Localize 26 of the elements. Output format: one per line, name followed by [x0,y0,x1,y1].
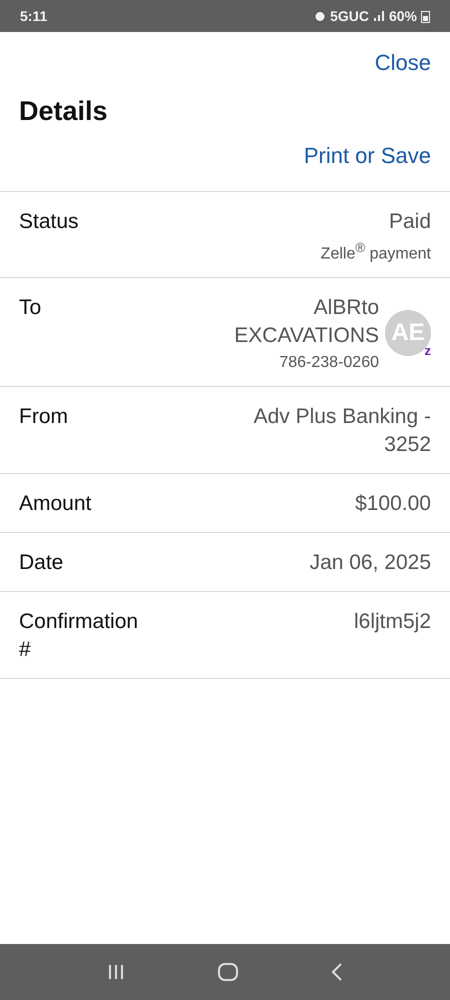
field-label: Status [19,209,80,235]
network-type: 5GUC [330,8,369,24]
field-value: Paid [388,209,431,235]
battery-percent: 60% [388,8,417,24]
field-subtext: 786-238-0260 [279,354,379,372]
signal-icon [372,10,385,22]
field-value: AlBRto EXCAVATIONS [233,295,379,350]
field-label: Amount [19,491,92,518]
field-value: Adv Plus Banking - 3252 [252,404,431,458]
avatar-letter: z [424,343,431,358]
close-link[interactable]: Close [374,50,431,76]
field-label: Date [19,550,64,576]
back-icon[interactable] [331,963,344,981]
field-value: $100.00 [355,491,431,518]
print-or-save-link[interactable]: Print or Save [304,143,431,169]
clock-time: 5:11 [20,8,48,24]
recent-apps-icon[interactable] [106,964,125,980]
page-title: Details [19,96,109,127]
field-subtext: Zelle$^{®}$ payment [320,240,431,264]
home-icon[interactable] [218,963,238,981]
battery-icon [421,10,430,22]
field-value: Jan 06, 2025 [310,550,431,576]
field-label: Confirmation # [19,609,140,664]
field-value: l6ljtm5j2 [354,609,431,636]
field-label: From [19,404,69,430]
field-label: To [19,295,42,322]
